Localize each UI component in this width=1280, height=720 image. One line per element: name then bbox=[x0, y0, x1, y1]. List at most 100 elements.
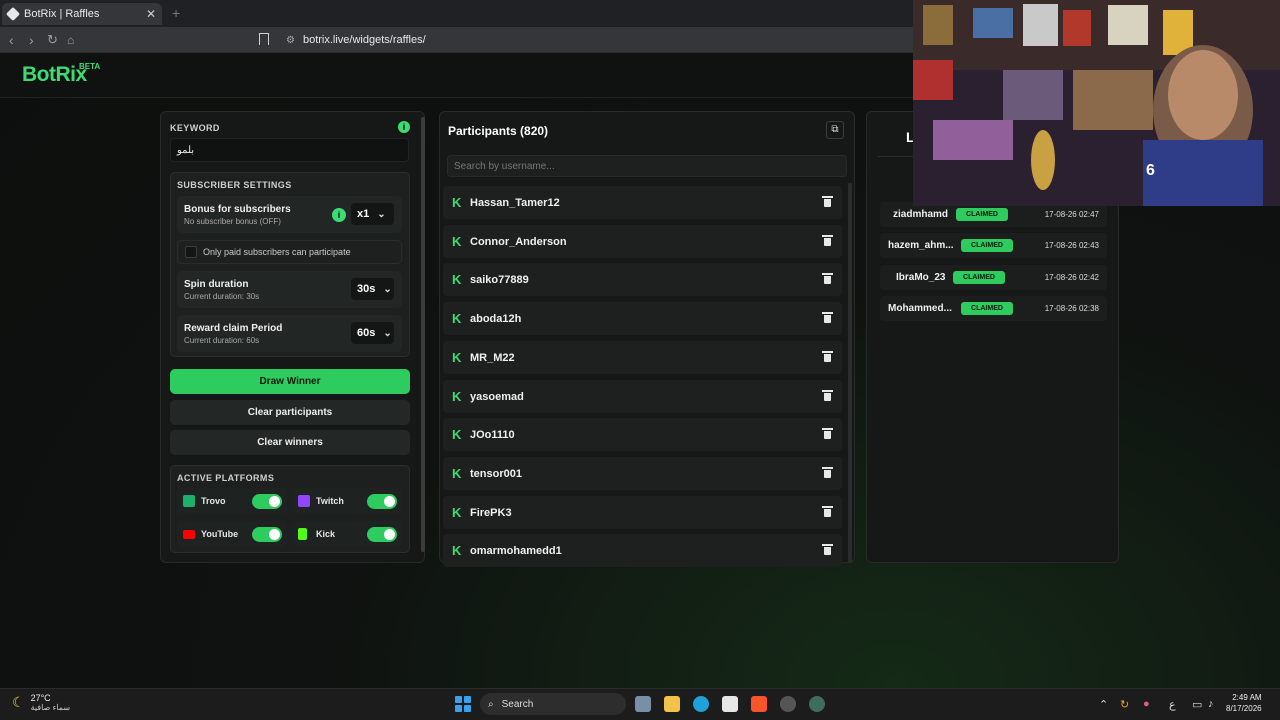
platform-name: Trovo bbox=[201, 496, 226, 506]
participant-name: JOo1110 bbox=[470, 429, 515, 442]
participant-row: K Connor_Anderson bbox=[443, 224, 842, 258]
task-view-icon[interactable] bbox=[635, 696, 651, 712]
clock[interactable]: 2:49 AM 8/17/2026 bbox=[1226, 692, 1262, 714]
file-explorer-icon[interactable] bbox=[664, 696, 680, 712]
youtube-toggle[interactable] bbox=[252, 527, 282, 542]
trash-icon[interactable] bbox=[822, 196, 833, 207]
store-icon[interactable] bbox=[722, 696, 738, 712]
microphone-icon[interactable]: ● bbox=[1143, 698, 1150, 710]
chevron-down-icon: ⌄ bbox=[383, 283, 392, 295]
date: 8/17/2026 bbox=[1226, 704, 1262, 713]
claimed-badge: CLAIMED bbox=[956, 208, 1008, 221]
edge-icon[interactable] bbox=[693, 696, 709, 712]
trash-icon[interactable] bbox=[822, 466, 833, 478]
participant-name: saiko77889 bbox=[470, 274, 529, 287]
home-icon[interactable]: ⌂ bbox=[67, 32, 74, 48]
site-settings-icon[interactable]: ⚙ bbox=[286, 35, 295, 46]
new-tab-button[interactable]: + bbox=[172, 5, 180, 21]
winner-name: ziadmhamd bbox=[893, 209, 949, 220]
temperature: 27°C bbox=[30, 693, 51, 703]
brave-icon[interactable] bbox=[751, 696, 767, 712]
claim-period-select[interactable]: 60s ⌄ bbox=[351, 322, 394, 344]
kick-icon: K bbox=[452, 388, 462, 404]
settings-scrollbar[interactable] bbox=[421, 117, 425, 552]
trash-icon[interactable] bbox=[822, 428, 833, 440]
taskbar-search-label: Search bbox=[501, 698, 534, 710]
winner-name: hazem_ahm... bbox=[888, 240, 954, 252]
trovo-toggle[interactable] bbox=[252, 494, 282, 509]
participant-row: Kyasoemad bbox=[443, 379, 842, 413]
bonus-info-icon[interactable]: i bbox=[332, 208, 346, 222]
spin-duration-value: 30s bbox=[357, 283, 376, 295]
network-icon[interactable]: ▭ bbox=[1192, 698, 1202, 711]
claimed-badge: CLAIMED bbox=[961, 239, 1013, 253]
moon-icon: ☾ bbox=[12, 694, 25, 710]
paid-only-label: Only paid subscribers can participate bbox=[203, 247, 351, 257]
platform-name: Twitch bbox=[316, 496, 344, 506]
taskbar-search[interactable]: ⌕ Search bbox=[480, 693, 626, 715]
reload-icon[interactable]: ↻ bbox=[47, 32, 58, 48]
browser-tab[interactable]: BotRix | Raffles ✕ bbox=[2, 3, 162, 25]
participant-name: FirePK3 bbox=[470, 506, 512, 519]
bonus-value: x1 bbox=[357, 208, 370, 220]
copy-icon[interactable]: ⧉ bbox=[826, 121, 844, 139]
participant-row: Ksaiko77889 bbox=[443, 263, 842, 297]
participant-name: tensor001 bbox=[470, 467, 522, 480]
kick-icon: K bbox=[452, 272, 462, 288]
trash-icon[interactable] bbox=[822, 505, 833, 517]
clear-participants-button[interactable]: Clear participants bbox=[170, 400, 410, 425]
participant-row: K MR_M22 bbox=[443, 340, 842, 374]
weather-widget[interactable]: ☾ 27°C سماء صافية bbox=[12, 693, 70, 712]
claim-period-subtitle: Current duration: 60s bbox=[184, 336, 260, 345]
close-tab-icon[interactable]: ✕ bbox=[146, 7, 156, 21]
chevron-up-icon[interactable]: ⌃ bbox=[1099, 698, 1108, 711]
platform-name: Kick bbox=[316, 529, 336, 539]
participants-scrollbar[interactable] bbox=[848, 183, 852, 563]
bookmark-icon[interactable] bbox=[259, 33, 269, 45]
draw-winner-button[interactable]: Draw Winner bbox=[170, 369, 410, 394]
trash-icon[interactable] bbox=[822, 350, 833, 362]
participant-row: K Hassan_Tamer12 bbox=[443, 186, 842, 219]
kick-icon bbox=[298, 528, 307, 540]
twitch-icon bbox=[298, 495, 310, 507]
spin-duration-select[interactable]: 30s ⌄ bbox=[351, 278, 394, 300]
obs-icon[interactable] bbox=[780, 696, 796, 712]
windows-start-icon[interactable] bbox=[455, 696, 471, 712]
back-icon[interactable]: ‹ bbox=[9, 32, 14, 48]
sync-icon[interactable]: ↻ bbox=[1120, 698, 1129, 711]
platform-youtube: YouTube bbox=[177, 521, 287, 547]
volume-icon[interactable]: ♪ bbox=[1208, 698, 1214, 710]
participant-name: aboda12h bbox=[470, 313, 522, 326]
trash-icon[interactable] bbox=[822, 544, 833, 556]
input-language[interactable]: ع bbox=[1169, 698, 1176, 711]
forward-icon[interactable]: › bbox=[29, 32, 34, 48]
twitch-toggle[interactable] bbox=[367, 494, 397, 509]
participant-search-input[interactable]: Search by username... bbox=[447, 155, 847, 177]
app-icon[interactable] bbox=[809, 696, 825, 712]
kick-icon: K bbox=[452, 349, 462, 365]
webcam-overlay: 6 bbox=[913, 0, 1280, 206]
trash-icon[interactable] bbox=[822, 273, 833, 285]
botrix-logo[interactable]: BotRix bbox=[22, 63, 87, 87]
bonus-select[interactable]: x1 ⌄ bbox=[351, 203, 394, 225]
participant-row: Kaboda12h bbox=[443, 302, 842, 336]
winner-row: Mohammed... CLAIMED 17-08-26 02:38 bbox=[880, 295, 1107, 321]
kick-icon: K bbox=[452, 311, 462, 327]
trash-icon[interactable] bbox=[822, 312, 833, 324]
url-field[interactable]: ⚙ botrix.live/widgets/raffles/ bbox=[286, 34, 426, 46]
participant-name: Connor_Anderson bbox=[470, 235, 567, 248]
keyword-input[interactable]: بلمو bbox=[170, 138, 409, 162]
trash-icon[interactable] bbox=[822, 389, 833, 401]
winner-row: hazem_ahm... CLAIMED 17-08-26 02:43 bbox=[880, 233, 1107, 259]
paid-only-checkbox[interactable] bbox=[185, 246, 197, 258]
winner-timestamp: 17-08-26 02:42 bbox=[1044, 272, 1099, 282]
participant-name: yasoemad bbox=[470, 390, 524, 403]
kick-toggle[interactable] bbox=[367, 527, 397, 542]
trash-icon[interactable] bbox=[822, 234, 833, 246]
kick-icon: K bbox=[452, 195, 462, 210]
clear-winners-button[interactable]: Clear winners bbox=[170, 430, 410, 455]
chevron-down-icon: ⌄ bbox=[383, 327, 392, 339]
claimed-badge: CLAIMED bbox=[953, 270, 1005, 284]
participant-row: K JOo1110 bbox=[443, 418, 842, 452]
info-icon[interactable]: i bbox=[398, 121, 410, 133]
